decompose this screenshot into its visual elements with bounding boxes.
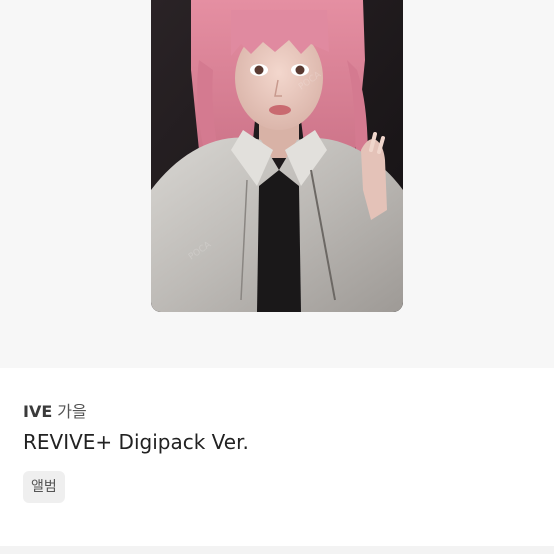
album-title: REVIVE+ Digipack Ver. [23, 430, 249, 454]
photocard-illustration: POCA POCA [151, 0, 403, 312]
artist-name: IVE [23, 402, 53, 421]
product-detail-page: POCA POCA IVE 가을 REVIVE+ Digipack Ver. 앨범 [0, 0, 554, 554]
product-image-area[interactable]: POCA POCA [0, 0, 554, 368]
member-name: 가을 [57, 402, 87, 421]
artist-member-line[interactable]: IVE 가을 [23, 398, 87, 422]
section-divider [0, 546, 554, 554]
category-tag[interactable]: 앨범 [23, 471, 65, 503]
product-info-section [0, 368, 554, 554]
photocard-image[interactable]: POCA POCA [151, 0, 403, 312]
